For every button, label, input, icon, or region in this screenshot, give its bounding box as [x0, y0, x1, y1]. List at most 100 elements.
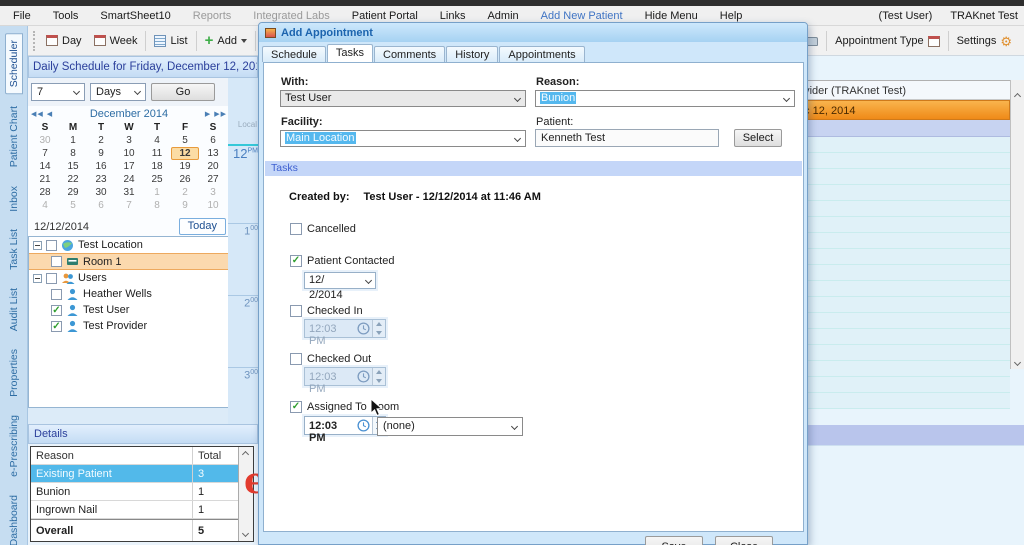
menu-item-file[interactable]: File — [2, 8, 42, 24]
sidebar-tab-scheduler[interactable]: Scheduler — [4, 33, 23, 95]
checked-out-time-picker[interactable]: 12:03 PM — [304, 367, 386, 395]
dialog-title-bar[interactable]: Add Appointment — [259, 23, 807, 42]
tree-checkbox[interactable] — [51, 288, 62, 300]
next-year-icon[interactable]: ▶▶ — [214, 110, 227, 118]
facility-select[interactable]: Main Location — [280, 130, 526, 147]
scroll-down-icon[interactable] — [241, 529, 250, 538]
calendar-day[interactable]: 4 — [143, 134, 171, 147]
calendar-day[interactable]: 10 — [199, 199, 227, 212]
patient-contacted-checkbox[interactable]: ✓ — [290, 255, 302, 267]
menu-item-reports[interactable]: Reports — [182, 8, 243, 24]
close-button[interactable]: Close — [715, 536, 773, 545]
calendar-day[interactable]: 21 — [31, 173, 59, 186]
menu-item-tools[interactable]: Tools — [42, 8, 90, 24]
assigned-to-room-checkbox[interactable]: ✓ — [290, 401, 302, 413]
checked-in-checkbox[interactable] — [290, 305, 302, 317]
calendar-day[interactable]: 5 — [59, 199, 87, 212]
calendar-day[interactable]: 7 — [31, 147, 59, 160]
patient-field[interactable]: Kenneth Test — [535, 129, 719, 147]
calendar-day[interactable]: 14 — [31, 160, 59, 173]
tree-item-room-1[interactable]: Room 1 — [29, 253, 229, 270]
next-month-icon[interactable]: ▶ — [205, 110, 211, 118]
tree-item-heather-wells[interactable]: Heather Wells — [29, 286, 229, 302]
tree-item-users[interactable]: Users — [29, 270, 229, 286]
scroll-down-icon[interactable] — [1013, 358, 1022, 367]
calendar-day[interactable]: 26 — [171, 173, 199, 186]
calendar-day[interactable]: 28 — [31, 186, 59, 199]
reason-select[interactable]: Bunion — [535, 90, 795, 107]
details-row-existing-patient[interactable]: Existing Patient 3 — [31, 465, 238, 483]
dialog-tab-appointments[interactable]: Appointments — [499, 46, 585, 62]
tree-checkbox[interactable]: ✓ — [51, 304, 62, 316]
calendar-day[interactable]: 23 — [87, 173, 115, 186]
calendar-day[interactable]: 10 — [115, 147, 143, 160]
calendar-day[interactable]: 22 — [59, 173, 87, 186]
list-view-button[interactable]: List — [148, 32, 193, 50]
tree-checkbox[interactable]: ✓ — [51, 320, 62, 332]
checked-out-checkbox[interactable] — [290, 353, 302, 365]
tree-item-test-user[interactable]: ✓ Test User — [29, 302, 229, 318]
calendar-day[interactable]: 31 — [115, 186, 143, 199]
calendar-day[interactable]: 15 — [59, 160, 87, 173]
sidebar-tab-patient-chart[interactable]: Patient Chart — [6, 100, 22, 173]
menu-item-smartsheet10[interactable]: SmartSheet10 — [89, 8, 181, 24]
calendar-day[interactable]: 17 — [115, 160, 143, 173]
today-button[interactable]: Today — [178, 218, 226, 235]
week-view-button[interactable]: Week — [88, 32, 144, 50]
details-row-bunion[interactable]: Bunion 1 — [31, 483, 238, 501]
calendar-day[interactable]: 25 — [143, 173, 171, 186]
calendar-day[interactable]: 16 — [87, 160, 115, 173]
patient-contacted-checkbox-row[interactable]: ✓ Patient Contacted — [290, 255, 394, 267]
calendar-day[interactable]: 20 — [199, 160, 227, 173]
calendar-day[interactable]: 4 — [31, 199, 59, 212]
scroll-up-icon[interactable] — [1013, 92, 1022, 101]
appointment-type-button[interactable]: Appointment Type — [829, 32, 945, 50]
collapse-icon[interactable] — [33, 240, 42, 250]
calendar-day[interactable]: 30 — [87, 186, 115, 199]
provider-scrollbar[interactable] — [1010, 80, 1024, 369]
calendar-day[interactable]: 6 — [87, 199, 115, 212]
time-spinner[interactable] — [372, 368, 385, 385]
tree-item-test-location[interactable]: Test Location — [29, 237, 229, 253]
collapse-icon[interactable] — [33, 273, 42, 283]
calendar-day-selected[interactable]: 12 — [171, 147, 199, 160]
calendar-day[interactable]: 1 — [59, 134, 87, 147]
sidebar-tab-billing-dashboard[interactable]: Billing Dashboard — [6, 489, 22, 545]
range-unit-select[interactable]: Days — [90, 83, 146, 101]
checked-in-time-picker[interactable]: 12:03 PM — [304, 319, 386, 347]
calendar-day[interactable]: 8 — [143, 199, 171, 212]
day-view-button[interactable]: Day — [40, 32, 88, 50]
calendar-day[interactable]: 9 — [87, 147, 115, 160]
dialog-tab-tasks[interactable]: Tasks — [326, 44, 373, 62]
calendar-day[interactable]: 27 — [199, 173, 227, 186]
calendar-day[interactable]: 8 — [59, 147, 87, 160]
calendar-day[interactable]: 3 — [115, 134, 143, 147]
calendar-day[interactable]: 9 — [171, 199, 199, 212]
calendar-day[interactable]: 7 — [115, 199, 143, 212]
sidebar-tab-properties[interactable]: Properties — [6, 343, 22, 403]
settings-button[interactable]: Settings ⚙ — [951, 32, 1018, 50]
sidebar-tab-audit-list[interactable]: Audit List — [6, 282, 22, 337]
prev-year-icon[interactable]: ◀◀ — [31, 110, 44, 118]
calendar-day[interactable]: 2 — [87, 134, 115, 147]
calendar-day[interactable]: 19 — [171, 160, 199, 173]
tree-checkbox[interactable] — [46, 239, 57, 251]
time-spinner[interactable] — [372, 320, 385, 337]
with-select[interactable]: Test User — [280, 90, 526, 107]
dialog-tab-schedule[interactable]: Schedule — [262, 46, 326, 62]
details-row-ingrown-nail[interactable]: Ingrown Nail 1 — [31, 501, 238, 519]
dialog-tab-history[interactable]: History — [446, 46, 499, 62]
save-button[interactable]: Save — [645, 536, 703, 545]
checked-out-checkbox-row[interactable]: Checked Out — [290, 353, 371, 365]
checked-in-checkbox-row[interactable]: Checked In — [290, 305, 363, 317]
calendar-day[interactable]: 5 — [171, 134, 199, 147]
tree-checkbox[interactable] — [46, 272, 57, 284]
room-select[interactable]: (none) — [377, 417, 523, 436]
scroll-up-icon[interactable] — [241, 450, 250, 459]
select-patient-button[interactable]: Select — [734, 129, 782, 147]
calendar-day[interactable]: 11 — [143, 147, 171, 160]
dialog-tab-comments[interactable]: Comments — [374, 46, 446, 62]
sidebar-tab-inbox[interactable]: Inbox — [6, 180, 22, 218]
go-button[interactable]: Go — [151, 83, 215, 101]
calendar-day[interactable]: 18 — [143, 160, 171, 173]
